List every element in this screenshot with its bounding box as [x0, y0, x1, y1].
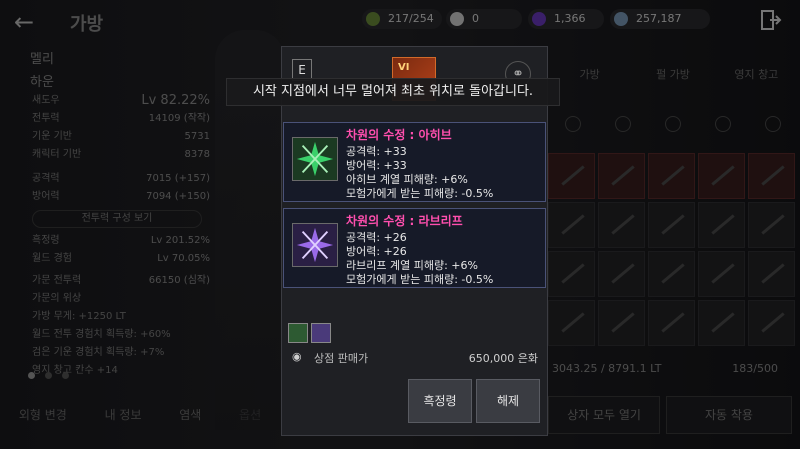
green-crystal-socket-icon[interactable]: [288, 323, 308, 343]
black-spirit-button[interactable]: 흑정령: [408, 379, 472, 423]
crystal-name: 차원의 수정 : 아히브: [346, 128, 452, 142]
sell-price-value: 650,000 은화: [468, 352, 538, 365]
crystal-stat: 모험가에게 받는 피해량: -0.5%: [346, 187, 494, 200]
system-toast-message: 시작 지점에서 너무 멀어져 최초 위치로 돌아갑니다.: [226, 78, 560, 106]
crystal-sockets: [288, 323, 331, 343]
crystal-slot-1[interactable]: 차원의 수정 : 아히브 공격력: +33 방어력: +33 아히브 계열 피해…: [283, 122, 546, 202]
unequip-button[interactable]: 해제: [476, 379, 540, 423]
purple-crystal-socket-icon[interactable]: [311, 323, 331, 343]
crystal-name: 차원의 수정 : 라브리프: [346, 214, 463, 228]
crystal-stat: 모험가에게 받는 피해량: -0.5%: [346, 273, 494, 286]
sell-price-row: ◉ 상점 판매가 650,000 은화: [292, 350, 542, 366]
sell-price-label: 상점 판매가: [314, 352, 369, 365]
crystal-slot-2[interactable]: 차원의 수정 : 라브리프 공격력: +26 방어력: +26 라브리프 계열 …: [283, 208, 546, 288]
money-bag-icon: ◉: [292, 350, 302, 363]
green-crystal-icon: [292, 137, 338, 181]
purple-crystal-icon: [292, 223, 338, 267]
